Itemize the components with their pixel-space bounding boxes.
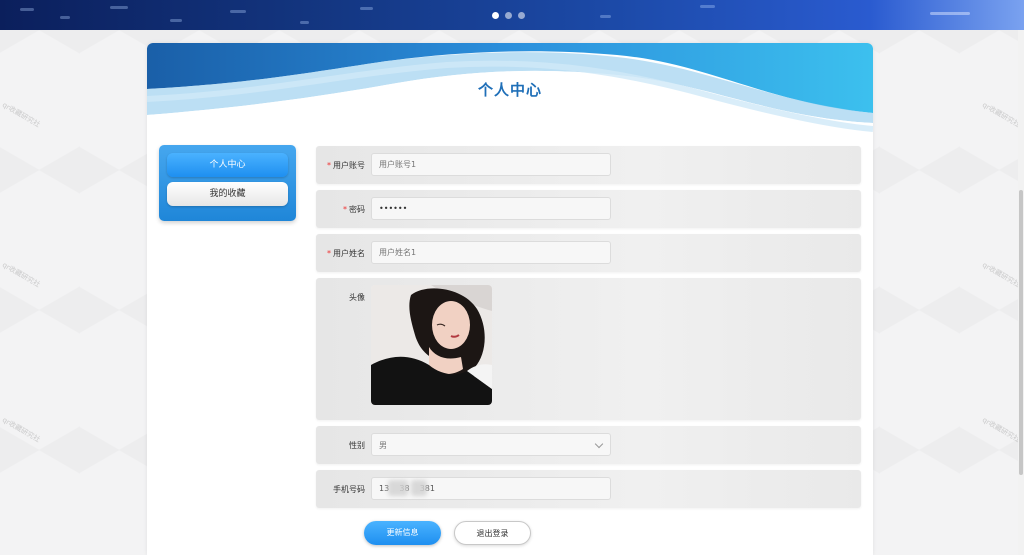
carousel-dot[interactable]: [518, 12, 525, 19]
redaction-blur: [388, 480, 408, 496]
gender-value: 男: [379, 441, 387, 450]
logout-button[interactable]: 退出登录: [454, 521, 531, 545]
form-row-password: * 密码: [316, 190, 861, 228]
carousel-dots: [492, 12, 525, 19]
avatar-image[interactable]: [371, 285, 492, 405]
name-label: * 用户姓名: [327, 249, 365, 258]
chevron-down-icon: [594, 439, 604, 449]
phone-label: 手机号码: [333, 485, 365, 494]
update-info-button[interactable]: 更新信息: [364, 521, 441, 545]
password-input[interactable]: [371, 197, 611, 220]
form-row-phone: 手机号码: [316, 470, 861, 508]
sidebar-menu: 个人中心 我的收藏: [159, 145, 296, 221]
sidebar-item-favorites[interactable]: 我的收藏: [167, 182, 288, 206]
avatar-label: 头像: [349, 293, 365, 302]
account-label: * 用户账号: [327, 161, 365, 170]
password-label: * 密码: [343, 205, 365, 214]
form-row-name: * 用户姓名: [316, 234, 861, 272]
sidebar-item-profile[interactable]: 个人中心: [167, 153, 288, 177]
redaction-blur: [411, 480, 427, 496]
scrollbar-thumb[interactable]: [1019, 190, 1023, 475]
gender-select[interactable]: 男: [371, 433, 611, 456]
carousel-dot[interactable]: [505, 12, 512, 19]
page-title: 个人中心: [477, 81, 542, 99]
top-banner: [0, 0, 1024, 30]
account-input[interactable]: [371, 153, 611, 176]
form-row-avatar: 头像: [316, 278, 861, 420]
name-input[interactable]: [371, 241, 611, 264]
form-row-account: * 用户账号: [316, 146, 861, 184]
form-row-gender: 性别 男: [316, 426, 861, 464]
carousel-dot[interactable]: [492, 12, 499, 19]
gender-label: 性别: [349, 441, 365, 450]
